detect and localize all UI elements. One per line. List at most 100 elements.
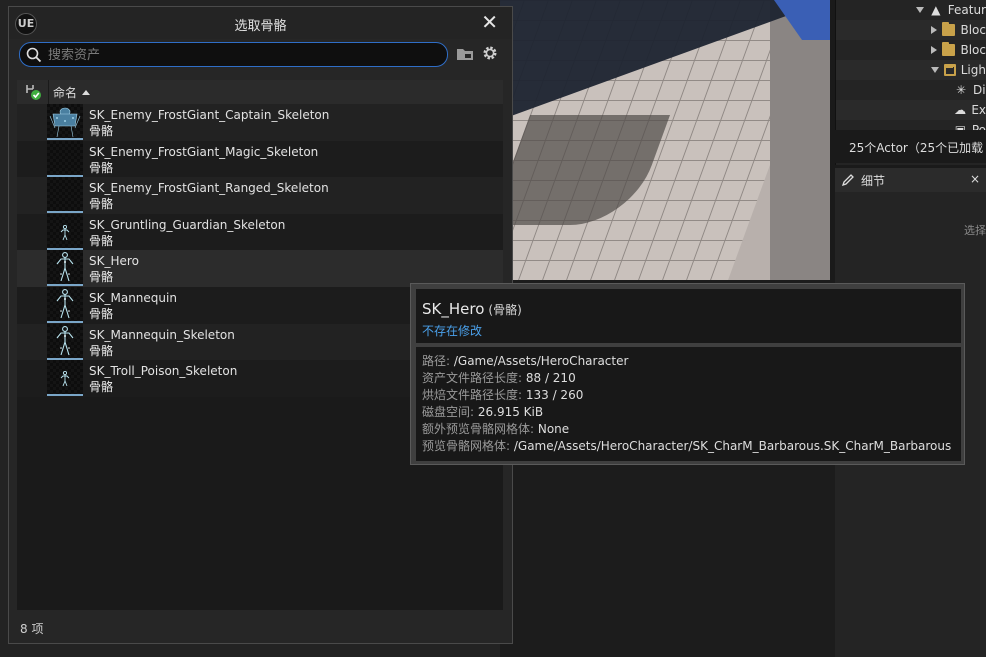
asset-type: 骨骼 bbox=[89, 197, 114, 212]
actor-count-label: 25个Actor（25个已加载 bbox=[835, 130, 986, 163]
tooltip-key: 预览骨骼网格体: bbox=[422, 439, 514, 453]
tooltip-details: 路径: /Game/Assets/HeroCharacter 资产文件路径长度: … bbox=[416, 347, 961, 461]
small-figure-thumb bbox=[47, 360, 83, 397]
tooltip-line: 预览骨骼网格体: /Game/Assets/HeroCharacter/SK_C… bbox=[422, 438, 961, 455]
asset-row-text: SK_Enemy_FrostGiant_Magic_Skeleton 骨骼 bbox=[83, 141, 318, 178]
pencil-icon bbox=[841, 174, 854, 187]
tooltip-line: 路径: /Game/Assets/HeroCharacter bbox=[422, 353, 961, 370]
search-row bbox=[19, 42, 504, 68]
expand-arrow-icon[interactable] bbox=[931, 67, 939, 73]
tooltip-key: 路径: bbox=[422, 354, 454, 368]
outliner-item[interactable]: ✳ Di bbox=[836, 80, 986, 100]
search-input[interactable] bbox=[48, 46, 438, 64]
search-box[interactable] bbox=[19, 42, 448, 67]
tooltip-value: None bbox=[537, 422, 570, 436]
list-header: 命名 bbox=[17, 80, 503, 104]
asset-type: 骨骼 bbox=[89, 160, 114, 175]
outliner-item-label: Ligh bbox=[960, 63, 986, 77]
tooltip-title: SK_Hero (骨骼) bbox=[422, 300, 522, 318]
sun-icon: ✳ bbox=[955, 83, 967, 97]
wall bbox=[770, 0, 830, 280]
search-icon bbox=[26, 47, 42, 63]
outliner-item[interactable]: ☁ Ex bbox=[836, 100, 986, 120]
details-header: 细节 bbox=[835, 168, 986, 192]
mountain-icon: ▲ bbox=[931, 3, 941, 17]
outliner-item[interactable]: Ligh bbox=[836, 60, 986, 80]
outliner-item-label: Featur bbox=[947, 3, 986, 17]
asset-name: SK_Enemy_FrostGiant_Magic_Skeleton bbox=[89, 144, 319, 159]
tooltip-asset-name: SK_Hero bbox=[422, 300, 485, 318]
outliner-item-label: Bloc bbox=[960, 43, 986, 57]
tooltip-value: 88 / 210 bbox=[525, 371, 576, 385]
asset-name: SK_Enemy_FrostGiant_Captain_Skeleton bbox=[89, 108, 330, 122]
expand-arrow-icon[interactable] bbox=[931, 26, 937, 34]
empty-thumb bbox=[47, 177, 83, 214]
asset-type: 骨骼 bbox=[89, 343, 114, 358]
sort-ascending-icon bbox=[82, 89, 91, 95]
item-count: 8 项 bbox=[20, 622, 44, 636]
asset-row-text: SK_Enemy_FrostGiant_Ranged_Skeleton 骨骼 bbox=[83, 177, 329, 214]
column-header-label: 命名 bbox=[53, 85, 78, 100]
cloud-icon: ☁ bbox=[954, 103, 967, 117]
close-button[interactable]: ✕ bbox=[481, 10, 498, 34]
tooltip-key: 额外预览骨骼网格体: bbox=[422, 422, 538, 436]
details-close-button[interactable]: × bbox=[970, 172, 980, 186]
tooltip-key: 磁盘空间: bbox=[422, 405, 478, 419]
expand-arrow-icon[interactable] bbox=[916, 7, 924, 13]
tooltip-line: 磁盘空间: 26.915 KiB bbox=[422, 404, 961, 421]
tooltip-status: 不存在修改 bbox=[422, 324, 483, 338]
asset-type: 骨骼 bbox=[89, 124, 114, 138]
asset-row[interactable]: SK_Enemy_FrostGiant_Ranged_Skeleton 骨骼 bbox=[17, 177, 503, 214]
small-figure-thumb bbox=[47, 213, 83, 250]
asset-row[interactable]: SK_Hero 骨骼 bbox=[17, 250, 503, 287]
figure-thumb bbox=[47, 286, 83, 323]
folder-icon bbox=[942, 22, 956, 36]
asset-row[interactable]: SK_Gruntling_Guardian_Skeleton 骨骼 bbox=[17, 213, 503, 251]
tooltip-line: 烘焙文件路径长度: 133 / 260 bbox=[422, 387, 961, 404]
asset-name: SK_Enemy_FrostGiant_Ranged_Skeleton bbox=[89, 181, 329, 196]
column-header-name[interactable]: 命名 bbox=[49, 84, 91, 101]
dialog-titlebar[interactable]: UE 选取骨骼 ✕ bbox=[9, 7, 512, 39]
tooltip-header: SK_Hero (骨骼) 不存在修改 bbox=[416, 289, 961, 343]
tooltip-value: /Game/Assets/HeroCharacter bbox=[453, 354, 629, 368]
outliner-item[interactable]: Bloc bbox=[836, 40, 986, 60]
asset-name: SK_Mannequin_Skeleton bbox=[89, 327, 235, 342]
folder-icon bbox=[942, 42, 956, 56]
asset-name: SK_Gruntling_Guardian_Skeleton bbox=[89, 217, 286, 232]
tooltip-value: 133 / 260 bbox=[525, 388, 584, 402]
asset-row-text: SK_Mannequin_Skeleton 骨骼 bbox=[83, 324, 235, 361]
folder-icon[interactable] bbox=[456, 46, 474, 62]
asset-type: 骨骼 bbox=[89, 306, 114, 321]
tooltip-value: 26.915 KiB bbox=[477, 405, 544, 419]
tooltip-key: 资产文件路径长度: bbox=[422, 371, 526, 385]
tooltip-asset-type: (骨骼) bbox=[488, 303, 522, 317]
asset-row-text: SK_Enemy_FrostGiant_Captain_Skeleton 骨骼 bbox=[83, 104, 329, 141]
outliner-item-label: Ex bbox=[971, 103, 986, 117]
tooltip-key: 烘焙文件路径长度: bbox=[422, 388, 526, 402]
asset-row[interactable]: SK_Enemy_FrostGiant_Magic_Skeleton 骨骼 bbox=[17, 140, 503, 178]
asset-type: 骨骼 bbox=[89, 380, 114, 395]
asset-name: SK_Mannequin bbox=[89, 290, 177, 305]
tooltip-line: 额外预览骨骼网格体: None bbox=[422, 421, 961, 438]
asset-name: SK_Troll_Poison_Skeleton bbox=[89, 364, 238, 379]
outliner-item[interactable]: ▲ Featur bbox=[836, 0, 986, 20]
gear-icon[interactable] bbox=[481, 44, 499, 62]
tooltip-line: 资产文件路径长度: 88 / 210 bbox=[422, 370, 961, 387]
filter-checked-icon[interactable] bbox=[17, 80, 49, 104]
dialog-title: 选取骨骼 bbox=[234, 19, 287, 34]
asset-type: 骨骼 bbox=[89, 233, 114, 248]
figure-thumb bbox=[47, 250, 83, 287]
level-viewport[interactable] bbox=[500, 0, 830, 280]
asset-type: 骨骼 bbox=[89, 270, 114, 285]
expand-arrow-icon[interactable] bbox=[931, 46, 937, 54]
details-hint: 选择 bbox=[964, 224, 986, 237]
figure-thumb bbox=[47, 323, 83, 360]
asset-tooltip: SK_Hero (骨骼) 不存在修改 路径: /Game/Assets/HeroC… bbox=[410, 283, 965, 465]
giant-thumb bbox=[47, 104, 83, 140]
outliner-item[interactable]: Bloc bbox=[836, 20, 986, 40]
asset-row-text: SK_Hero 骨骼 bbox=[83, 250, 139, 287]
outliner-item-label: Bloc bbox=[960, 23, 986, 37]
asset-row-text: SK_Gruntling_Guardian_Skeleton 骨骼 bbox=[83, 214, 285, 251]
asset-row[interactable]: SK_Enemy_FrostGiant_Captain_Skeleton 骨骼 bbox=[17, 104, 503, 141]
asset-name: SK_Hero bbox=[89, 254, 139, 269]
